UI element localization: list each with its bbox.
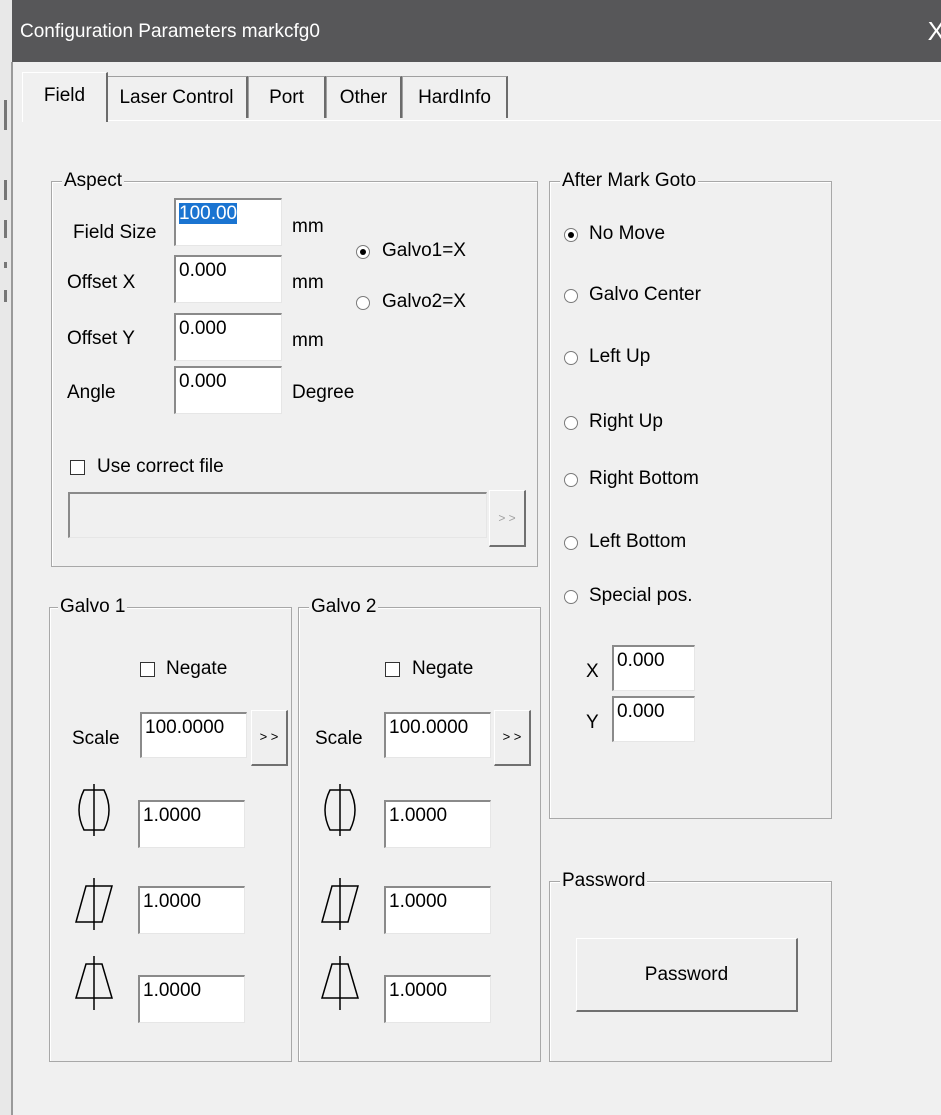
galvo1-scale-input[interactable]: 100.0000 xyxy=(140,712,247,758)
galvo2-trapezoid-input[interactable]: 1.0000 xyxy=(384,975,491,1023)
tab-port[interactable]: Port xyxy=(248,76,326,118)
tab-hardinfo[interactable]: HardInfo xyxy=(402,76,508,118)
field-size-input[interactable]: 100.00 xyxy=(174,198,282,246)
galvo2-scale-input[interactable]: 100.0000 xyxy=(384,712,491,758)
tab-label: Other xyxy=(339,87,388,108)
correct-file-path-field[interactable] xyxy=(68,492,487,538)
tab-label: HardInfo xyxy=(418,87,491,108)
galvo1-scale-button[interactable]: > > xyxy=(251,710,288,766)
right-up-label: Right Up xyxy=(589,411,663,432)
galvo1-parallelogram-input[interactable]: 1.0000 xyxy=(138,886,245,934)
galvo1-scale-label: Scale xyxy=(72,728,120,749)
special-pos-radio[interactable] xyxy=(564,590,578,604)
tab-strip-line xyxy=(107,120,941,121)
galvo2-scale-button[interactable]: > > xyxy=(494,710,531,766)
angle-input[interactable]: 0.000 xyxy=(174,366,282,414)
field-size-unit: mm xyxy=(292,216,324,237)
special-pos-label: Special pos. xyxy=(589,585,693,606)
tab-label: Port xyxy=(269,87,304,108)
galvo1-legend: Galvo 1 xyxy=(58,596,128,618)
galvo1-negate-checkbox[interactable] xyxy=(140,662,155,677)
galvo1-negate-label: Negate xyxy=(166,658,228,679)
galvo-center-radio[interactable] xyxy=(564,289,578,303)
galvo1-trapezoid-input[interactable]: 1.0000 xyxy=(138,975,245,1023)
trapezoid-distortion-icon xyxy=(74,956,114,1010)
tab-field[interactable]: Field xyxy=(22,72,108,122)
left-bottom-label: Left Bottom xyxy=(589,531,687,552)
offset-x-unit: mm xyxy=(292,272,324,293)
barrel-distortion-icon xyxy=(324,784,356,836)
left-bottom-radio[interactable] xyxy=(564,536,578,550)
dialog-left-border xyxy=(11,62,13,1115)
right-bottom-radio[interactable] xyxy=(564,473,578,487)
aspect-legend: Aspect xyxy=(62,170,125,192)
angle-unit: Degree xyxy=(292,382,355,403)
use-correct-file-label: Use correct file xyxy=(97,456,224,477)
tab-label: Field xyxy=(43,85,86,106)
galvo1-x-radio[interactable] xyxy=(356,245,370,259)
password-button[interactable]: Password xyxy=(576,938,798,1012)
parallelogram-distortion-icon xyxy=(321,878,359,930)
right-bottom-label: Right Bottom xyxy=(589,468,699,489)
galvo2-x-label: Galvo2=X xyxy=(382,291,466,312)
tab-label: Laser Control xyxy=(119,87,234,108)
special-y-label: Y xyxy=(586,712,599,733)
angle-label: Angle xyxy=(67,382,116,403)
galvo2-parallelogram-input[interactable]: 1.0000 xyxy=(384,886,491,934)
offset-y-input[interactable]: 0.000 xyxy=(174,313,282,361)
tab-laser-control[interactable]: Laser Control xyxy=(106,76,248,118)
galvo-center-label: Galvo Center xyxy=(589,284,701,305)
offset-x-input[interactable]: 0.000 xyxy=(174,255,282,303)
field-size-label: Field Size xyxy=(73,222,157,243)
special-y-input[interactable]: 0.000 xyxy=(612,696,695,742)
galvo2-negate-checkbox[interactable] xyxy=(385,662,400,677)
close-icon[interactable]: X xyxy=(928,16,941,47)
galvo2-negate-label: Negate xyxy=(412,658,474,679)
browse-correct-file-button[interactable]: > > xyxy=(489,490,526,547)
tab-other[interactable]: Other xyxy=(326,76,402,118)
no-move-label: No Move xyxy=(589,223,666,244)
use-correct-file-checkbox[interactable] xyxy=(70,460,85,475)
galvo2-x-radio[interactable] xyxy=(356,296,370,310)
special-x-label: X xyxy=(586,661,599,682)
galvo2-barrel-input[interactable]: 1.0000 xyxy=(384,800,491,848)
offset-y-label: Offset Y xyxy=(67,328,135,349)
right-up-radio[interactable] xyxy=(564,416,578,430)
special-x-input[interactable]: 0.000 xyxy=(612,645,695,691)
galvo1-barrel-input[interactable]: 1.0000 xyxy=(138,800,245,848)
galvo2-scale-label: Scale xyxy=(315,728,363,749)
trapezoid-distortion-icon xyxy=(320,956,360,1010)
left-up-label: Left Up xyxy=(589,346,651,367)
window-title: Configuration Parameters markcfg0 xyxy=(20,21,320,42)
offset-x-label: Offset X xyxy=(67,272,136,293)
galvo1-x-label: Galvo1=X xyxy=(382,240,466,261)
after-mark-goto-legend: After Mark Goto xyxy=(560,170,699,192)
parallelogram-distortion-icon xyxy=(75,878,113,930)
title-bar: Configuration Parameters markcfg0 X xyxy=(12,0,941,62)
left-up-radio[interactable] xyxy=(564,351,578,365)
no-move-radio[interactable] xyxy=(564,228,578,242)
field-size-value: 100.00 xyxy=(179,203,238,224)
galvo2-legend: Galvo 2 xyxy=(309,596,379,618)
barrel-distortion-icon xyxy=(78,784,110,836)
offset-y-unit: mm xyxy=(292,330,324,351)
password-legend: Password xyxy=(560,870,648,892)
